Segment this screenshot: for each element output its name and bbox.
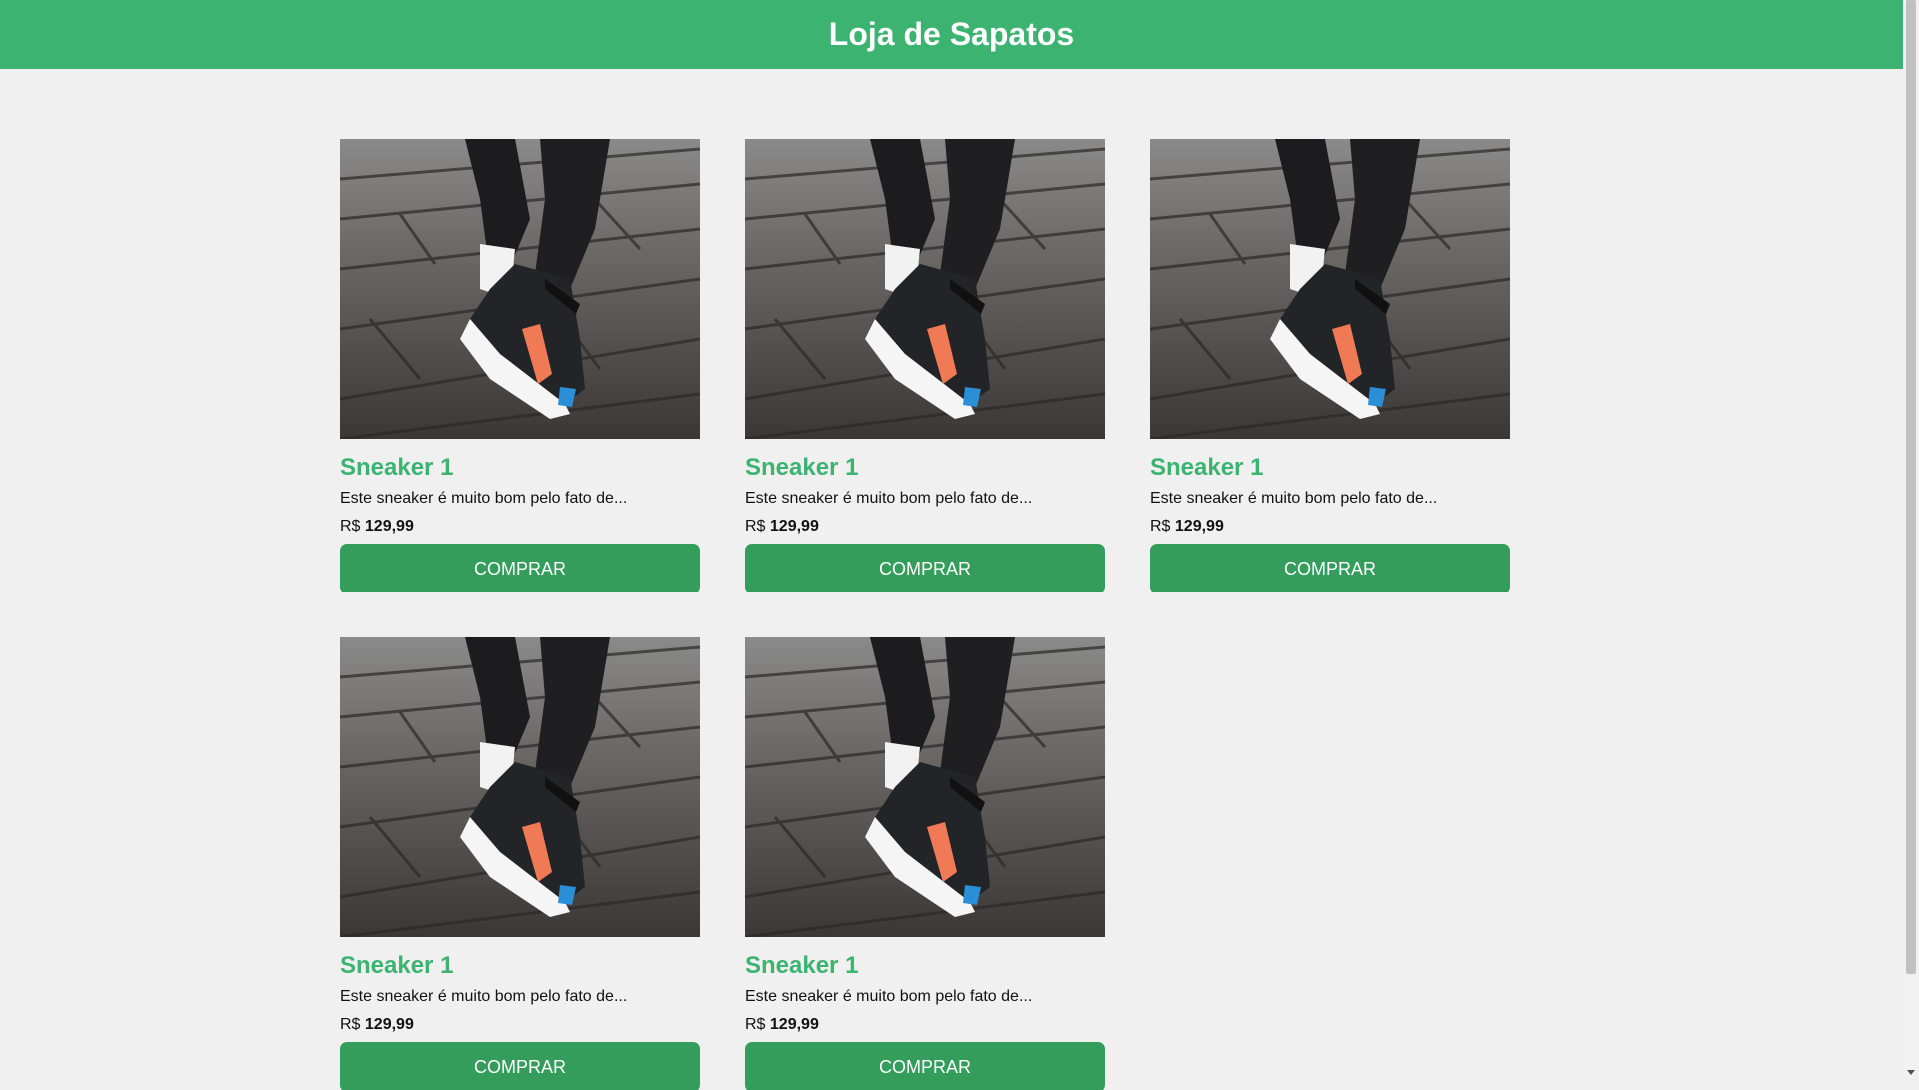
price-value: 129,99 [769, 518, 819, 535]
buy-button[interactable]: COMPRAR [745, 544, 1105, 592]
buy-button[interactable]: COMPRAR [340, 544, 700, 592]
buy-button[interactable]: COMPRAR [745, 1042, 1105, 1090]
page-title: Loja de Sapatos [828, 16, 1075, 52]
price-currency: R$ [745, 1016, 766, 1033]
product-name: Sneaker 1 [340, 454, 454, 481]
product-card: Sneaker 1 Este sneaker é muito bom pelo … [340, 637, 700, 1090]
product-price: R$ 129,99 [745, 1015, 1105, 1035]
product-card: Sneaker 1 Este sneaker é muito bom pelo … [1150, 139, 1510, 592]
price-value: 129,99 [769, 1016, 819, 1033]
product-name: Sneaker 1 [745, 952, 859, 979]
product-description: Este sneaker é muito bom pelo fato de... [745, 988, 1033, 1005]
price-currency: R$ [745, 518, 766, 535]
product-price: R$ 129,99 [340, 517, 700, 537]
price-currency: R$ [340, 1016, 361, 1033]
product-price: R$ 129,99 [745, 517, 1105, 537]
product-image[interactable] [1150, 139, 1510, 439]
product-image[interactable] [340, 637, 700, 937]
product-image[interactable] [745, 139, 1105, 439]
product-price: R$ 129,99 [340, 1015, 700, 1035]
price-value: 129,99 [1174, 518, 1224, 535]
product-image[interactable] [340, 139, 700, 439]
buy-button[interactable]: COMPRAR [340, 1042, 700, 1090]
product-description: Este sneaker é muito bom pelo fato de... [340, 490, 628, 507]
product-description: Este sneaker é muito bom pelo fato de... [745, 490, 1033, 507]
vertical-scrollbar[interactable] [1903, 0, 1919, 1079]
product-card: Sneaker 1 Este sneaker é muito bom pelo … [340, 139, 700, 592]
product-name: Sneaker 1 [1150, 454, 1264, 481]
price-value: 129,99 [364, 518, 414, 535]
product-description: Este sneaker é muito bom pelo fato de... [1150, 490, 1438, 507]
product-card: Sneaker 1 Este sneaker é muito bom pelo … [745, 637, 1105, 1090]
site-header: Loja de Sapatos [0, 0, 1903, 69]
product-image[interactable] [745, 637, 1105, 937]
product-card: Sneaker 1 Este sneaker é muito bom pelo … [745, 139, 1105, 592]
product-name: Sneaker 1 [745, 454, 859, 481]
product-grid: Sneaker 1 Este sneaker é muito bom pelo … [340, 139, 1510, 1090]
product-price: R$ 129,99 [1150, 517, 1510, 537]
price-currency: R$ [1150, 518, 1171, 535]
price-currency: R$ [340, 518, 361, 535]
buy-button[interactable]: COMPRAR [1150, 544, 1510, 592]
product-name: Sneaker 1 [340, 952, 454, 979]
scroll-down-arrow-icon[interactable] [1907, 1070, 1915, 1075]
price-value: 129,99 [364, 1016, 414, 1033]
scrollbar-thumb[interactable] [1906, 0, 1916, 974]
product-description: Este sneaker é muito bom pelo fato de... [340, 988, 628, 1005]
